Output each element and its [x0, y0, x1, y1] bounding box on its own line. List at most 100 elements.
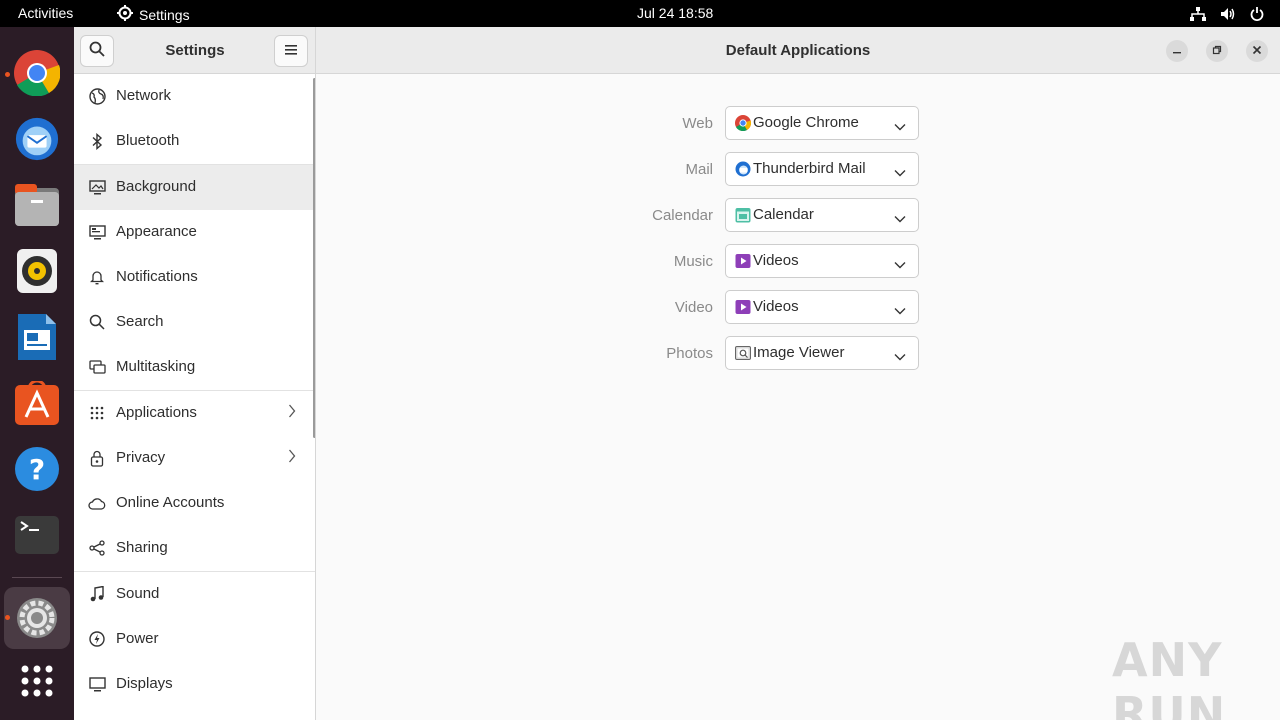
content-header: Default Applications	[316, 27, 1280, 74]
bell-icon	[88, 268, 106, 286]
row-label-music: Music	[673, 253, 713, 270]
close-icon	[1252, 42, 1262, 60]
help-icon[interactable]: ?	[14, 446, 60, 492]
sidebar-item-label: Background	[116, 178, 197, 195]
globe-icon	[88, 87, 106, 105]
row-label-video: Video	[674, 299, 713, 316]
maximize-button[interactable]	[1206, 40, 1228, 62]
sidebar-item-label: Search	[116, 313, 164, 330]
videos-icon	[735, 253, 751, 269]
settings-window: Settings Default Applications Network Bl…	[74, 27, 1280, 720]
sidebar-item-label: Privacy	[116, 449, 166, 466]
display-icon	[88, 675, 106, 693]
sidebar-item-privacy[interactable]: Privacy	[74, 436, 315, 481]
web-app-dropdown[interactable]: Google Chrome	[725, 106, 919, 140]
show-apps-icon[interactable]	[14, 658, 60, 704]
row-label-web: Web	[682, 115, 713, 132]
activities-button[interactable]: Activities	[18, 5, 73, 21]
sidebar-item-bluetooth[interactable]: Bluetooth	[74, 119, 315, 164]
system-tray[interactable]	[1190, 0, 1280, 27]
sidebar-item-label: Sharing	[116, 539, 168, 556]
sidebar-item-label: Applications	[116, 404, 197, 421]
sidebar: Network Bluetooth Background Appearance …	[74, 74, 316, 720]
chevron-right-icon	[288, 449, 296, 467]
chevron-down-icon	[894, 256, 906, 273]
svg-text:?: ?	[29, 453, 45, 486]
sidebar-item-label: Bluetooth	[116, 132, 180, 149]
sidebar-item-label: Notifications	[116, 268, 198, 285]
power-icon	[88, 630, 106, 648]
network-icon	[1190, 6, 1206, 21]
app-menu[interactable]: Settings	[117, 5, 190, 24]
writer-icon[interactable]	[14, 314, 60, 360]
files-icon[interactable]	[14, 182, 60, 228]
row-label-mail: Mail	[685, 161, 713, 178]
selected-value: Calendar	[753, 206, 814, 223]
app-grid-icon	[88, 404, 106, 422]
thunderbird-icon[interactable]	[14, 116, 60, 162]
sidebar-item-sound[interactable]: Sound	[74, 572, 315, 617]
selected-value: Videos	[753, 298, 799, 315]
sidebar-item-label: Power	[116, 630, 159, 647]
sidebar-item-appearance[interactable]: Appearance	[74, 210, 315, 255]
selected-value: Image Viewer	[753, 344, 845, 361]
dock: ?	[0, 27, 74, 720]
selected-value: Thunderbird Mail	[753, 160, 866, 177]
close-button[interactable]	[1246, 40, 1268, 62]
sidebar-item-notifications[interactable]: Notifications	[74, 255, 315, 300]
share-icon	[88, 539, 106, 557]
sidebar-item-sharing[interactable]: Sharing	[74, 526, 315, 571]
sidebar-item-power[interactable]: Power	[74, 617, 315, 662]
thunderbird-icon	[735, 161, 751, 177]
clock[interactable]: Jul 24 18:58	[637, 5, 713, 21]
sidebar-item-label: Sound	[116, 585, 160, 602]
sidebar-item-online-accounts[interactable]: Online Accounts	[74, 481, 315, 526]
selected-value: Google Chrome	[753, 114, 859, 131]
row-label-calendar: Calendar	[652, 207, 713, 224]
settings-icon[interactable]	[14, 595, 60, 641]
sidebar-item-displays[interactable]: Displays	[74, 662, 315, 707]
image-viewer-icon	[735, 345, 751, 361]
chevron-down-icon	[894, 348, 906, 365]
chevron-down-icon	[894, 164, 906, 181]
row-label-photos: Photos	[666, 345, 713, 362]
restore-icon	[1212, 42, 1222, 60]
app-center-icon[interactable]	[14, 380, 60, 426]
power-icon	[1250, 6, 1264, 21]
minimize-icon	[1172, 42, 1182, 60]
chevron-right-icon	[288, 404, 296, 422]
top-bar: Activities Settings Jul 24 18:58	[0, 0, 1280, 27]
page-title: Default Applications	[725, 42, 871, 59]
photos-app-dropdown[interactable]: Image Viewer	[725, 336, 919, 370]
mail-app-dropdown[interactable]: Thunderbird Mail	[725, 152, 919, 186]
sidebar-item-search[interactable]: Search	[74, 300, 315, 345]
chevron-down-icon	[894, 302, 906, 319]
main-menu-button[interactable]	[274, 35, 308, 67]
chevron-down-icon	[894, 210, 906, 227]
appearance-icon	[88, 223, 106, 241]
running-indicator	[5, 72, 10, 77]
sidebar-item-label: Multitasking	[116, 358, 196, 375]
rhythmbox-icon[interactable]	[14, 248, 60, 294]
calendar-icon	[735, 207, 751, 223]
chrome-icon[interactable]	[14, 50, 60, 96]
cloud-icon	[88, 494, 106, 512]
gear-icon	[117, 5, 133, 24]
sidebar-item-network[interactable]: Network	[74, 74, 315, 119]
volume-icon	[1220, 7, 1236, 21]
search-icon	[88, 313, 106, 331]
running-indicator	[5, 615, 10, 620]
monitor-image-icon	[88, 178, 106, 196]
calendar-app-dropdown[interactable]: Calendar	[725, 198, 919, 232]
anyrun-watermark: ANY RUN	[1112, 633, 1227, 720]
sidebar-item-multitasking[interactable]: Multitasking	[74, 345, 315, 390]
minimize-button[interactable]	[1166, 40, 1188, 62]
terminal-icon[interactable]	[14, 512, 60, 558]
video-app-dropdown[interactable]: Videos	[725, 290, 919, 324]
sidebar-item-applications[interactable]: Applications	[74, 391, 315, 436]
chrome-icon	[735, 115, 752, 132]
sidebar-scrollbar[interactable]	[313, 78, 315, 438]
music-app-dropdown[interactable]: Videos	[725, 244, 919, 278]
sidebar-item-background[interactable]: Background	[74, 165, 315, 210]
sidebar-item-label: Displays	[116, 675, 173, 692]
